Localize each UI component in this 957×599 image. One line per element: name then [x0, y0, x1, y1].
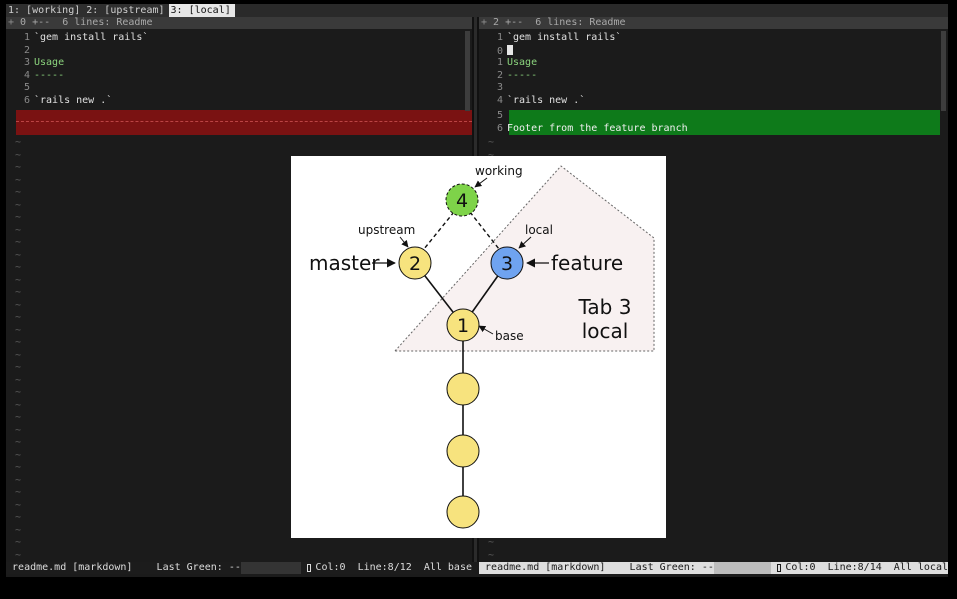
- status-line-left: readme.md [markdown] Last Green: -- Col:0…: [6, 562, 472, 574]
- line-number: 4: [23, 69, 30, 81]
- code-line: 5: [6, 82, 472, 95]
- status-last-green-label: Last Green:: [629, 562, 696, 573]
- node-label-3: 3: [501, 253, 513, 275]
- line-number: 2: [23, 44, 30, 56]
- line-text: Usage: [34, 57, 65, 68]
- label-working: working: [475, 164, 523, 178]
- line-number: 6: [23, 94, 30, 106]
- commit-node: [446, 434, 480, 468]
- tab-local[interactable]: 3: [local]: [168, 4, 235, 17]
- region-subtitle: local: [582, 319, 629, 343]
- status-col: Col:0: [785, 562, 816, 573]
- line-text: `rails new .`: [507, 94, 586, 106]
- status-range: All: [893, 562, 912, 573]
- status-range: All: [423, 562, 442, 573]
- text-cursor: [507, 44, 513, 55]
- tab-upstream[interactable]: 2: [upstream]: [84, 4, 169, 17]
- code-line: 2 -----: [479, 70, 948, 83]
- tab-working[interactable]: 1: [working]: [6, 4, 85, 17]
- status-col: Col:0: [315, 562, 346, 573]
- git-branch-diagram: 4 2 3 1 working upstream local base mast…: [291, 156, 666, 538]
- fold-line[interactable]: + 2 +-- 6 lines: Readme: [479, 17, 948, 29]
- code-line: 0: [479, 44, 948, 58]
- line-number: 3: [23, 57, 30, 68]
- status-box-icon: [776, 564, 782, 572]
- line-text: `gem install rails`: [507, 32, 622, 43]
- fold-text: 0 +-- 6 lines: Readme: [20, 17, 153, 28]
- line-number: 1: [496, 32, 503, 43]
- label-base: base: [495, 329, 524, 343]
- scrollbar[interactable]: [941, 31, 946, 111]
- code-line: 6 Footer from the feature branch: [479, 123, 948, 136]
- commit-node: [446, 372, 480, 406]
- code-line: 5: [479, 110, 948, 123]
- code-line: 1 `gem install rails`: [6, 32, 472, 45]
- line-number: 1: [496, 57, 503, 68]
- label-upstream: upstream: [358, 223, 415, 237]
- line-number: 6: [496, 122, 503, 134]
- code-line: 3: [479, 82, 948, 95]
- status-line-right: readme.md [markdown] Last Green: -- Col:0…: [479, 562, 948, 574]
- fold-text: 2 +-- 6 lines: Readme: [493, 17, 626, 28]
- code-line: 6 `rails new .`: [6, 95, 472, 108]
- line-number: 3: [496, 82, 503, 93]
- code-line: 3 Usage: [6, 57, 472, 70]
- scrollbar[interactable]: [465, 31, 470, 111]
- line-text: `rails new .`: [34, 94, 113, 106]
- code-line: 4 -----: [6, 70, 472, 83]
- line-text: Footer from the feature branch: [507, 122, 688, 134]
- label-local-pointer: local: [525, 223, 553, 237]
- status-buffer: base: [447, 562, 472, 573]
- node-label-4: 4: [456, 190, 468, 212]
- node-label-1: 1: [457, 315, 469, 337]
- code-line: 1 `gem install rails`: [479, 32, 948, 45]
- line-text: Usage: [507, 57, 538, 68]
- fold-line[interactable]: + 0 +-- 6 lines: Readme: [6, 17, 472, 29]
- status-last-green-label: Last Green:: [156, 562, 223, 573]
- empty-line-tildes: ~ ~ ~ ~ ~ ~ ~ ~ ~ ~ ~ ~ ~ ~ ~ ~ ~ ~ ~ ~ …: [15, 137, 22, 561]
- region-title: Tab 3: [578, 295, 632, 319]
- diagram-svg: 4 2 3 1 working upstream local base mast…: [309, 164, 655, 529]
- tab-line: 1: [working] 2: [upstream] 3: [local]: [6, 4, 948, 17]
- status-last-green-value: --: [228, 562, 241, 573]
- line-number: 4: [496, 94, 503, 106]
- status-line: Line:8/12: [357, 562, 412, 573]
- line-number: 5: [496, 110, 503, 121]
- status-last-green-value: --: [701, 562, 714, 573]
- status-filename: readme.md [markdown]: [485, 562, 606, 573]
- status-buffer: local: [917, 562, 948, 573]
- deleted-lines-filler: [16, 110, 472, 135]
- code-line: 2: [6, 45, 472, 58]
- line-number: 1: [23, 32, 30, 43]
- code-line: 4 `rails new .`: [479, 95, 948, 108]
- node-label-2: 2: [409, 253, 421, 275]
- line-text: -----: [507, 69, 538, 81]
- label-feature: feature: [551, 251, 623, 275]
- line-text: -----: [34, 69, 65, 81]
- status-filename: readme.md [markdown]: [12, 562, 133, 573]
- line-number: 5: [23, 82, 30, 93]
- code-line: 1 Usage: [479, 57, 948, 70]
- status-line: Line:8/14: [827, 562, 882, 573]
- commit-node: [446, 495, 480, 529]
- line-text: `gem install rails`: [34, 32, 149, 43]
- line-number: 2: [496, 69, 503, 81]
- label-master: master: [309, 251, 380, 275]
- status-box-icon: [306, 564, 312, 572]
